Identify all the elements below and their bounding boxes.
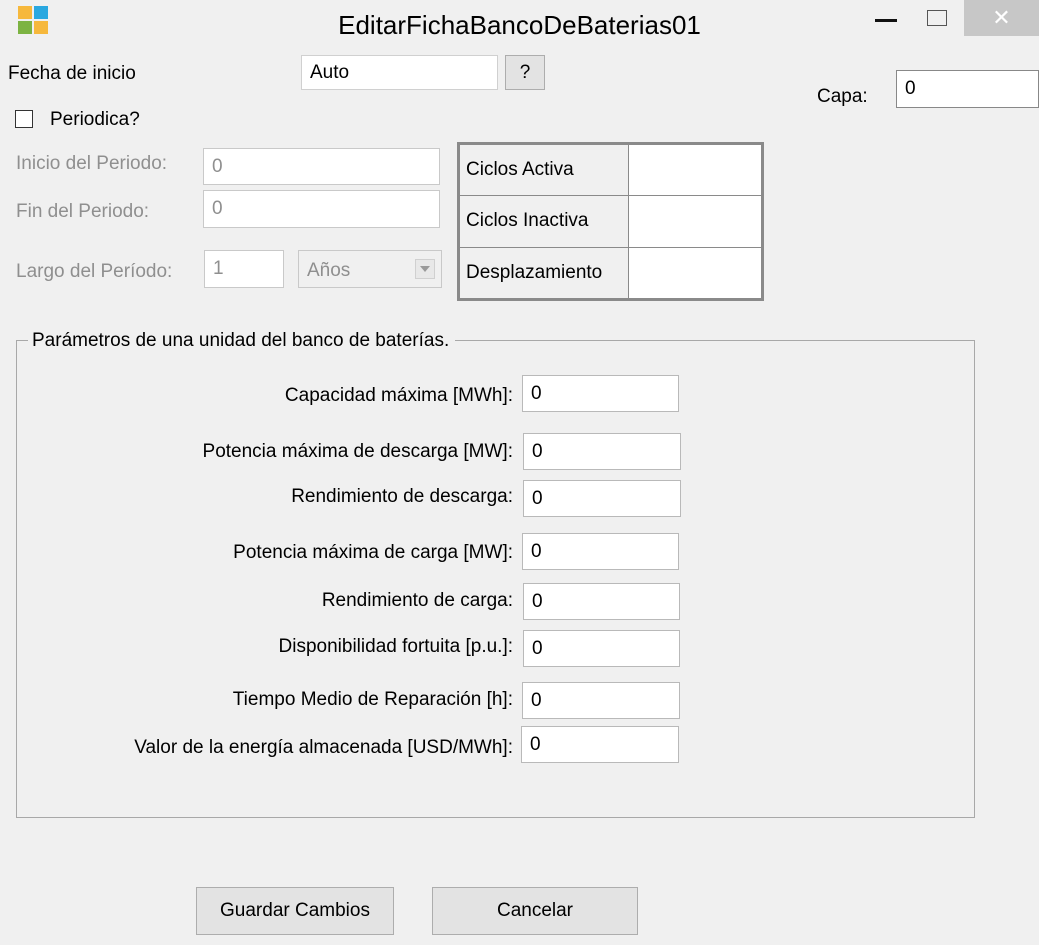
inicio-periodo-input[interactable] [203,148,440,185]
potencia-descarga-input[interactable] [523,433,681,470]
periodica-checkbox[interactable] [15,110,33,128]
close-button[interactable]: ✕ [964,0,1039,36]
title-bar: EditarFichaBancoDeBaterias01 ✕ [0,0,1039,46]
ciclos-activa-cell[interactable] [628,143,762,197]
largo-periodo-label: Largo del Período: [16,261,173,282]
potencia-descarga-label: Potencia máxima de descarga [MW]: [202,441,513,462]
parameters-group-title: Parámetros de una unidad del banco de ba… [28,330,456,352]
rendimiento-carga-input[interactable] [523,583,680,620]
maximize-button[interactable] [912,0,962,36]
disponibilidad-label: Disponibilidad fortuita [p.u.]: [278,636,513,657]
tiempo-reparacion-input[interactable] [522,682,680,719]
valor-energia-label: Valor de la energía almacenada [USD/MWh]… [134,737,513,758]
fecha-inicio-label: Fecha de inicio [8,63,136,84]
ciclos-table: Ciclos Activa Ciclos Inactiva Desplazami… [457,142,764,301]
help-button[interactable]: ? [505,55,545,90]
rendimiento-descarga-input[interactable] [523,480,681,517]
capacidad-maxima-label: Capacidad máxima [MWh]: [284,385,513,406]
potencia-carga-input[interactable] [522,533,679,570]
table-row: Desplazamiento [459,246,762,300]
period-unit-select[interactable]: Años [298,250,442,288]
desplazamiento-cell[interactable] [628,246,762,300]
save-button[interactable]: Guardar Cambios [196,887,394,935]
ciclos-inactiva-label: Ciclos Inactiva [459,195,629,248]
valor-energia-input[interactable] [521,726,679,763]
ciclos-inactiva-cell[interactable] [628,195,762,248]
fin-periodo-input[interactable] [203,190,440,228]
desplazamiento-label: Desplazamiento [459,246,629,300]
disponibilidad-input[interactable] [523,630,680,667]
ciclos-activa-label: Ciclos Activa [459,143,629,197]
rendimiento-descarga-label: Rendimiento de descarga: [291,486,513,507]
fin-periodo-label: Fin del Periodo: [16,201,150,222]
close-icon: ✕ [992,5,1011,30]
capa-input[interactable] [896,70,1039,108]
periodica-label: Periodica? [50,109,140,130]
capacidad-maxima-input[interactable] [522,375,679,412]
table-row: Ciclos Activa [459,143,762,197]
dropdown-arrow-icon [415,259,435,279]
table-row: Ciclos Inactiva [459,195,762,248]
largo-periodo-input[interactable] [204,250,284,288]
potencia-carga-label: Potencia máxima de carga [MW]: [233,542,513,563]
minimize-button[interactable] [862,0,910,36]
minimize-icon [875,18,897,22]
tiempo-reparacion-label: Tiempo Medio de Reparación [h]: [232,689,513,710]
rendimiento-carga-label: Rendimiento de carga: [321,590,513,611]
fecha-inicio-input[interactable] [301,55,498,90]
cancel-button[interactable]: Cancelar [432,887,638,935]
period-unit-value: Años [307,260,351,281]
capa-label: Capa: [817,86,868,107]
maximize-icon [927,10,947,26]
inicio-periodo-label: Inicio del Periodo: [16,153,168,174]
